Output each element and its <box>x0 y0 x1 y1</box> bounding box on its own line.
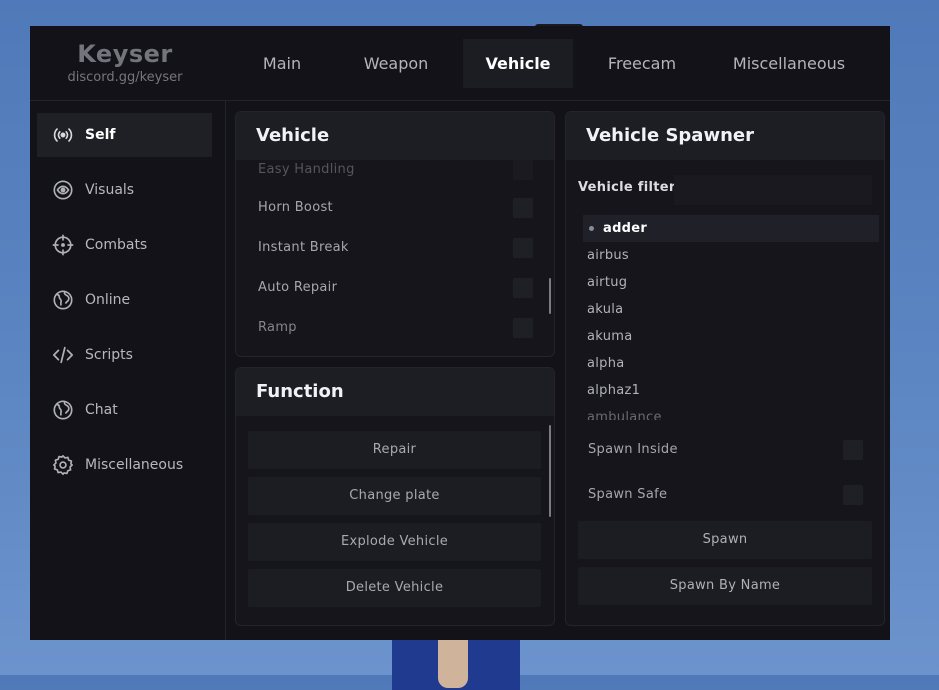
sidebar-item-online[interactable]: Online <box>37 278 212 322</box>
globe-icon <box>52 289 74 311</box>
sidebar-item-label: Self <box>85 127 116 143</box>
option-label: Easy Handling <box>258 162 355 177</box>
globe-icon <box>52 399 74 421</box>
menu-window: Keyser discord.gg/keyser Main Weapon Veh… <box>30 26 890 640</box>
vehicle-item-alphaz1[interactable]: alphaz1 <box>583 377 879 404</box>
brand-title: Keyser <box>77 40 173 68</box>
option-instant-break[interactable]: Instant Break <box>258 236 533 260</box>
ramp-checkbox[interactable] <box>513 318 533 338</box>
code-icon <box>52 344 74 366</box>
spawn-inside-checkbox[interactable] <box>843 440 863 460</box>
eye-icon <box>52 179 74 201</box>
option-horn-boost[interactable]: Horn Boost <box>258 196 533 220</box>
option-label: Spawn Inside <box>588 442 678 457</box>
broadcast-icon <box>52 124 74 146</box>
repair-button[interactable]: Repair <box>248 431 541 469</box>
sidebar-item-label: Chat <box>85 402 118 418</box>
vehicle-item-alpha[interactable]: alpha <box>583 350 879 377</box>
sidebar: Self Visuals Combats Online Scripts Chat… <box>30 101 226 640</box>
tab-freecam[interactable]: Freecam <box>587 39 697 88</box>
vehicle-spawner-title: Vehicle Spawner <box>566 112 884 160</box>
sidebar-item-combats[interactable]: Combats <box>37 223 212 267</box>
option-spawn-safe[interactable]: Spawn Safe <box>588 483 863 507</box>
sidebar-item-self[interactable]: Self <box>37 113 212 157</box>
vehicle-panel: Vehicle Easy Handling Horn Boost Instant… <box>235 111 555 357</box>
option-label: Horn Boost <box>258 200 333 215</box>
horn-boost-checkbox[interactable] <box>513 198 533 218</box>
option-label: Instant Break <box>258 240 349 255</box>
sidebar-item-label: Scripts <box>85 347 133 363</box>
easy-handling-checkbox[interactable] <box>513 160 533 180</box>
function-panel-scrollbar[interactable] <box>549 425 551 517</box>
brand-subtitle: discord.gg/keyser <box>67 70 183 85</box>
explode-vehicle-button[interactable]: Explode Vehicle <box>248 523 541 561</box>
vehicle-item-adder[interactable]: adder <box>583 215 879 242</box>
gear-icon <box>52 454 74 476</box>
delete-vehicle-button[interactable]: Delete Vehicle <box>248 569 541 607</box>
vehicle-item-airbus[interactable]: airbus <box>583 242 879 269</box>
tab-vehicle[interactable]: Vehicle <box>463 39 573 88</box>
sidebar-item-label: Miscellaneous <box>85 457 184 473</box>
vehicle-item-akula[interactable]: akula <box>583 296 879 323</box>
option-label: Auto Repair <box>258 280 338 295</box>
auto-repair-checkbox[interactable] <box>513 278 533 298</box>
menu-header: Keyser discord.gg/keyser Main Weapon Veh… <box>30 26 890 101</box>
option-auto-repair[interactable]: Auto Repair <box>258 276 533 300</box>
vehicle-filter-label: Vehicle filter <box>578 180 676 195</box>
vehicle-filter-input[interactable] <box>674 175 872 205</box>
sidebar-item-scripts[interactable]: Scripts <box>37 333 212 377</box>
vehicle-item-airtug[interactable]: airtug <box>583 269 879 296</box>
vehicle-panel-scrollbar[interactable] <box>549 278 551 314</box>
crosshair-icon <box>52 234 74 256</box>
sidebar-item-miscellaneous[interactable]: Miscellaneous <box>37 443 212 487</box>
change-plate-button[interactable]: Change plate <box>248 477 541 515</box>
brand: Keyser discord.gg/keyser <box>30 26 220 100</box>
spawn-by-name-button[interactable]: Spawn By Name <box>578 567 872 605</box>
sidebar-item-label: Visuals <box>85 182 135 198</box>
vehicle-spawner-panel: Vehicle Spawner Vehicle filter adder air… <box>565 111 885 626</box>
function-panel: Function Repair Change plate Explode Veh… <box>235 367 555 626</box>
function-panel-title: Function <box>236 368 554 416</box>
option-label: Ramp <box>258 320 297 335</box>
sidebar-item-visuals[interactable]: Visuals <box>37 168 212 212</box>
spawn-button[interactable]: Spawn <box>578 521 872 559</box>
sidebar-item-label: Combats <box>85 237 148 253</box>
vehicle-list: adder airbus airtug akula akuma alpha al… <box>583 215 879 420</box>
option-easy-handling[interactable]: Easy Handling <box>258 158 533 182</box>
vehicle-item-ambulance[interactable]: ambulance <box>583 404 879 420</box>
sidebar-item-chat[interactable]: Chat <box>37 388 212 432</box>
option-spawn-inside[interactable]: Spawn Inside <box>588 438 863 462</box>
tab-weapon[interactable]: Weapon <box>343 39 449 88</box>
sidebar-item-label: Online <box>85 292 131 308</box>
instant-break-checkbox[interactable] <box>513 238 533 258</box>
vehicle-panel-title: Vehicle <box>236 112 554 160</box>
tab-miscellaneous[interactable]: Miscellaneous <box>712 39 866 88</box>
spawn-safe-checkbox[interactable] <box>843 485 863 505</box>
tab-main[interactable]: Main <box>235 39 329 88</box>
option-label: Spawn Safe <box>588 487 668 502</box>
vehicle-item-akuma[interactable]: akuma <box>583 323 879 350</box>
option-ramp[interactable]: Ramp <box>258 316 533 340</box>
